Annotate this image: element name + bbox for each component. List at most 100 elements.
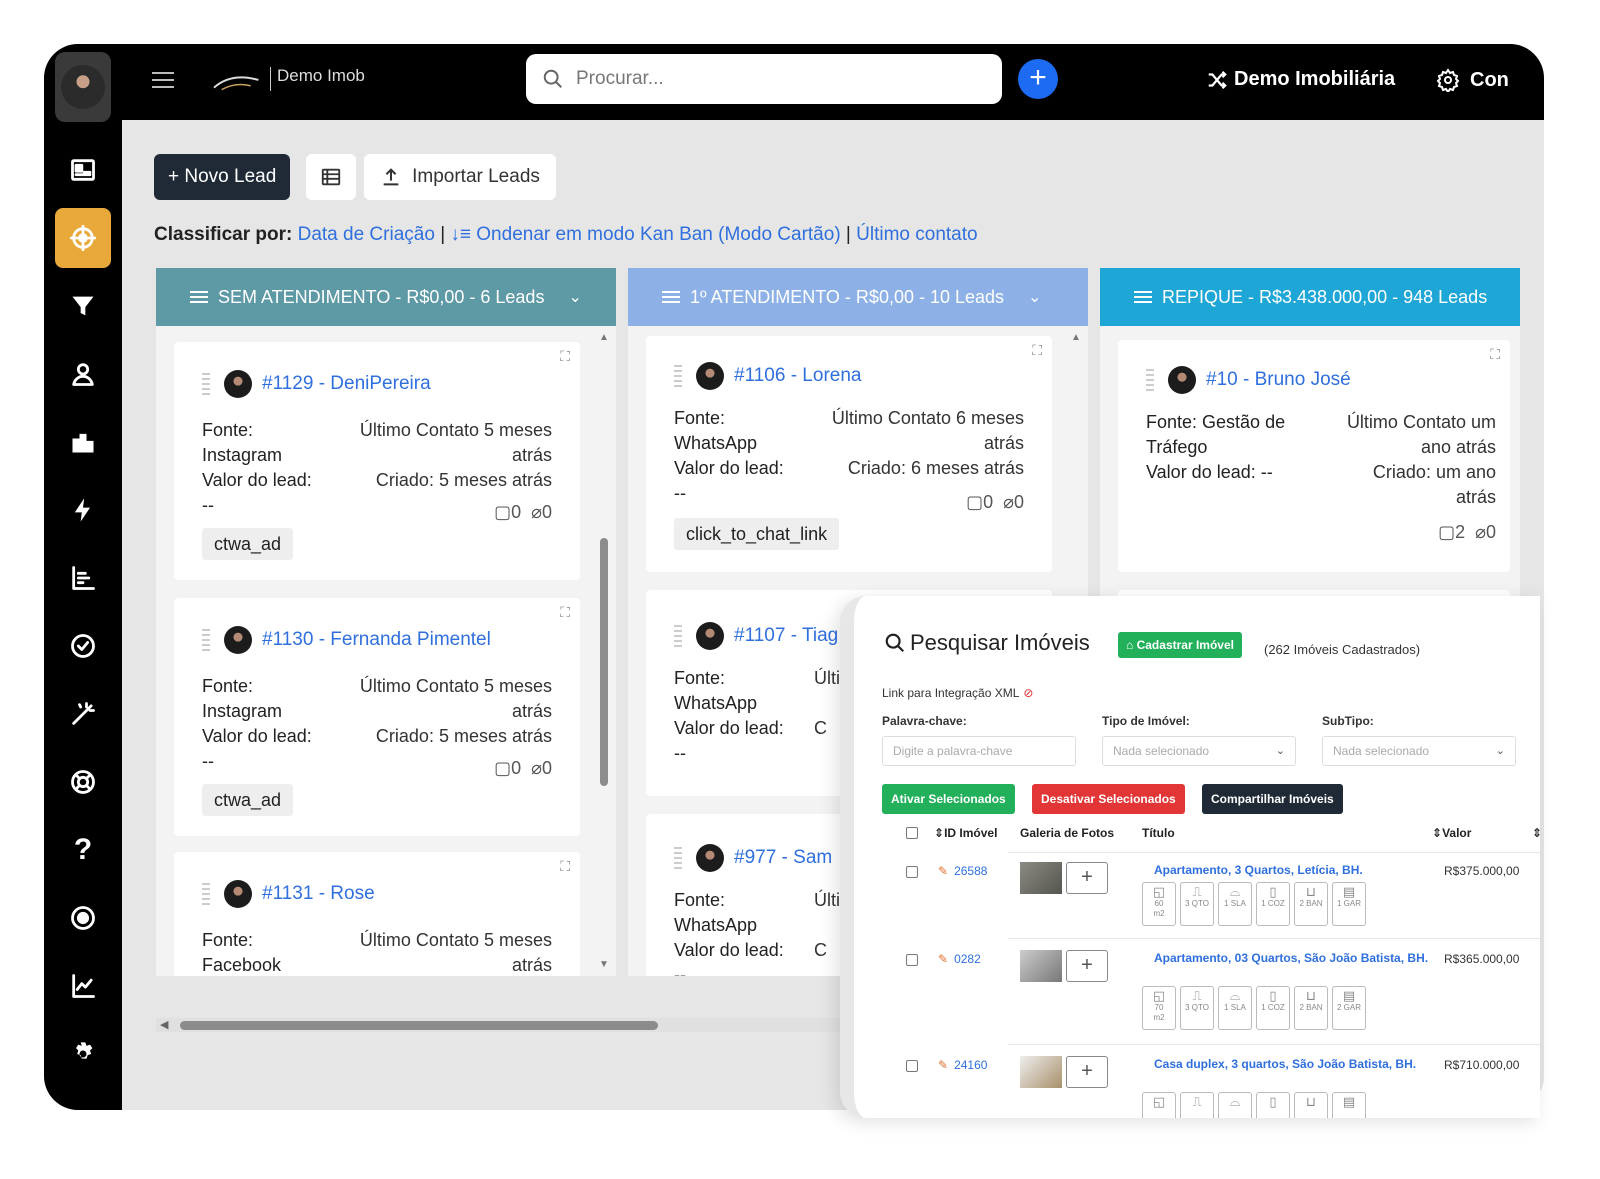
target-icon[interactable] <box>55 208 111 268</box>
expand-icon[interactable]: ⛶ <box>1490 346 1500 363</box>
property-id-link[interactable]: ✎ 26588 <box>938 864 987 878</box>
drag-handle-icon[interactable] <box>674 365 682 387</box>
property-id-link[interactable]: ✎ 0282 <box>938 952 981 966</box>
share-properties-button[interactable]: Compartilhar Imóveis <box>1202 784 1343 814</box>
drag-handle-icon[interactable] <box>202 629 210 651</box>
add-photo-button[interactable]: + <box>1066 950 1108 982</box>
sort-creation-link[interactable]: Data de Criação <box>298 224 435 245</box>
column-header[interactable]: 1º ATENDIMENTO - R$0,00 - 10 Leads ⌄ <box>628 268 1088 326</box>
column-id[interactable]: ⇕ID Imóvel <box>934 826 997 840</box>
edit-icon[interactable]: ✎ <box>938 1058 948 1072</box>
lead-card[interactable]: ⛶ #1131 - Rose Fonte: Facebook Último Con… <box>174 852 580 976</box>
sort-last-contact-link[interactable]: Último contato <box>856 224 977 245</box>
list-view-button[interactable] <box>306 154 356 200</box>
add-button[interactable]: + <box>1018 59 1058 99</box>
lead-card[interactable]: ⛶ #10 - Bruno José Fonte: Gestão de Tráfe… <box>1118 340 1510 572</box>
record-icon[interactable] <box>55 888 111 948</box>
property-title-link[interactable]: Casa duplex, 3 quartos, São João Batista… <box>1154 1056 1434 1073</box>
gear-icon[interactable] <box>55 1024 111 1084</box>
property-photo[interactable] <box>1020 862 1062 894</box>
column-menu-icon[interactable] <box>1134 288 1152 306</box>
lead-title[interactable]: #1129 - DeniPereira <box>262 373 431 395</box>
edit-icon[interactable]: ✎ <box>938 952 948 966</box>
new-lead-button[interactable]: + Novo Lead <box>154 154 291 200</box>
property-photo[interactable] <box>1020 1056 1062 1088</box>
filter-icon[interactable] <box>55 276 111 336</box>
scroll-left-icon[interactable]: ◀ <box>160 1018 168 1031</box>
user-icon[interactable] <box>55 344 111 404</box>
lead-title[interactable]: #1107 - Tiag <box>734 625 838 647</box>
lifebuoy-icon[interactable] <box>55 752 111 812</box>
column-header[interactable]: SEM ATENDIMENTO - R$0,00 - 6 Leads ⌄ <box>156 268 616 326</box>
drag-handle-icon[interactable] <box>202 373 210 395</box>
lead-title[interactable]: #1130 - Fernanda Pimentel <box>262 629 491 651</box>
search-input[interactable]: Procurar... <box>526 54 1002 104</box>
vertical-scrollbar[interactable]: ▲ ▼ <box>598 332 610 970</box>
scroll-thumb[interactable] <box>180 1021 658 1030</box>
sort-kanban-link[interactable]: Ondenar em modo Kan Ban (Modo Cartão) <box>476 224 840 245</box>
magic-wand-icon[interactable] <box>55 684 111 744</box>
property-title-link[interactable]: Apartamento, 3 Quartos, Letícia, BH. <box>1154 862 1434 879</box>
lead-card[interactable]: ⛶ #1106 - Lorena Fonte: WhatsApp Valor do … <box>646 336 1052 572</box>
deactivate-selected-button[interactable]: Desativar Selecionados <box>1032 784 1185 814</box>
register-property-button[interactable]: ⌂ Cadastrar Imóvel <box>1118 632 1242 658</box>
keyword-input[interactable]: Digite a palavra-chave <box>882 736 1076 766</box>
company-switcher[interactable]: Demo Imobiliária <box>1206 68 1395 91</box>
lead-card[interactable]: ⛶ #1130 - Fernanda Pimentel Fonte: Instag… <box>174 598 580 836</box>
select-all-checkbox[interactable] <box>906 827 918 839</box>
scroll-thumb[interactable] <box>600 538 608 786</box>
user-avatar[interactable] <box>55 52 111 122</box>
question-icon[interactable]: ? <box>55 820 111 880</box>
lead-title[interactable]: #1131 - Rose <box>262 883 375 905</box>
config-menu[interactable]: Con <box>1436 68 1509 92</box>
add-photo-button[interactable]: + <box>1066 1056 1108 1088</box>
expand-icon[interactable]: ⛶ <box>1032 342 1042 359</box>
lead-title[interactable]: #1106 - Lorena <box>734 365 861 387</box>
notes-icon: ▢ <box>494 758 512 778</box>
lead-title[interactable]: #977 - Sam <box>734 847 832 869</box>
menu-icon[interactable] <box>152 72 174 93</box>
subtype-select[interactable]: Nada selecionado ⌄ <box>1322 736 1516 766</box>
bolt-icon[interactable] <box>55 480 111 540</box>
scroll-up-icon[interactable]: ▲ <box>1070 332 1082 343</box>
column-sort-icon[interactable]: ⇕ <box>1532 826 1540 840</box>
check-circle-icon[interactable] <box>55 616 111 676</box>
chart-bars-icon[interactable] <box>55 548 111 608</box>
dashboard-icon[interactable] <box>55 140 111 200</box>
add-photo-button[interactable]: + <box>1066 862 1108 894</box>
activate-selected-button[interactable]: Ativar Selecionados <box>882 784 1015 814</box>
chevron-down-icon[interactable]: ⌄ <box>568 287 581 307</box>
edit-icon[interactable]: ✎ <box>938 864 948 878</box>
line-chart-icon[interactable] <box>55 956 111 1016</box>
row-checkbox[interactable] <box>906 866 918 878</box>
lead-card[interactable]: ⛶ #1129 - DeniPereira Fonte: Instagram Val… <box>174 342 580 580</box>
xml-link[interactable]: Link para Integração XML ⊘ <box>882 686 1033 700</box>
horizontal-scrollbar[interactable]: ◀ <box>156 1018 876 1032</box>
type-select[interactable]: Nada selecionado ⌄ <box>1102 736 1296 766</box>
eye-off-icon[interactable]: ⊘ <box>1023 686 1033 700</box>
row-checkbox[interactable] <box>906 954 918 966</box>
column-menu-icon[interactable] <box>190 288 208 306</box>
drag-handle-icon[interactable] <box>1146 369 1154 391</box>
drag-handle-icon[interactable] <box>202 883 210 905</box>
expand-icon[interactable]: ⛶ <box>560 348 570 365</box>
drag-handle-icon[interactable] <box>674 847 682 869</box>
scroll-up-icon[interactable]: ▲ <box>598 332 610 343</box>
column-value[interactable]: ⇕Valor <box>1432 826 1471 840</box>
expand-icon[interactable]: ⛶ <box>560 604 570 621</box>
column-header[interactable]: REPIQUE - R$3.438.000,00 - 948 Leads <box>1100 268 1520 326</box>
buildings-icon[interactable] <box>55 412 111 472</box>
expand-icon[interactable]: ⛶ <box>560 858 570 875</box>
property-title-link[interactable]: Apartamento, 03 Quartos, São João Batist… <box>1154 950 1434 967</box>
row-checkbox[interactable] <box>906 1060 918 1072</box>
scroll-down-icon[interactable]: ▼ <box>598 959 610 970</box>
property-photo[interactable] <box>1020 950 1062 982</box>
column-menu-icon[interactable] <box>662 288 680 306</box>
import-leads-button[interactable]: Importar Leads <box>364 154 556 200</box>
area-icon: ◱ <box>1152 1094 1166 1109</box>
lead-title[interactable]: #10 - Bruno José <box>1206 369 1351 391</box>
drag-handle-icon[interactable] <box>674 625 682 647</box>
property-id-link[interactable]: ✎ 24160 <box>938 1058 987 1072</box>
chevron-down-icon[interactable]: ⌄ <box>1028 287 1041 307</box>
logo[interactable]: Demo Imob <box>212 64 365 94</box>
